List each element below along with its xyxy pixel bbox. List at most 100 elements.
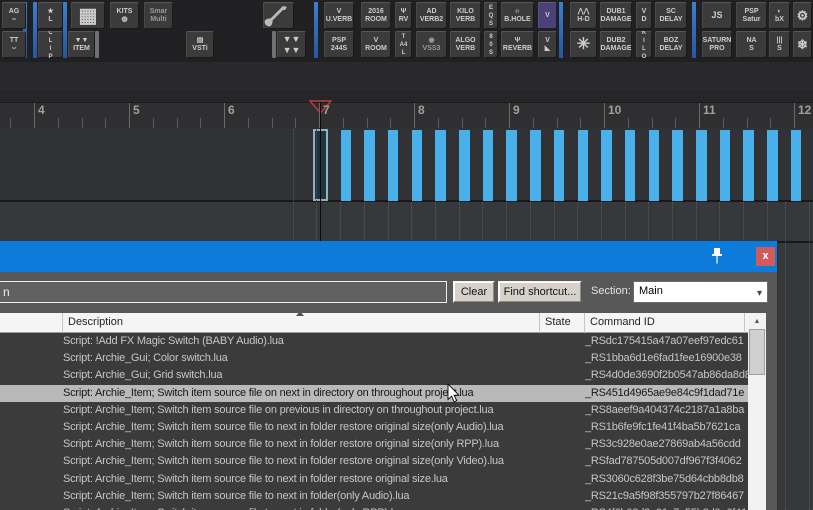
track-2-lane[interactable] [0,202,813,241]
media-item[interactable] [506,130,517,201]
toolbar-button-kilo-verb[interactable]: KILO VERB [450,2,481,29]
action-list-row[interactable]: Script: Archie_Gui; Color switch.lua _RS1… [0,350,748,367]
column-header-shortcut[interactable] [0,313,63,333]
timeline-ruler[interactable]: 4 5 6 7 8 9 10 11 12 [0,90,813,129]
toolbar-button-swirl[interactable]: ✳ [570,31,597,58]
toolbar-button-boz-delay[interactable]: BOZ DELAY [655,31,687,58]
toolbar-button-ad-verb2[interactable]: AD VERB2 [416,2,447,29]
toolbar-button-dub1-damage[interactable]: DUB1 DAMAGE [600,2,632,29]
find-shortcut-button[interactable]: Find shortcut... [498,281,582,303]
toolbar-button-kilo[interactable]: KILO [636,31,652,58]
toolbar-button-80s[interactable]: 80S [484,31,498,58]
action-filter-input[interactable] [0,281,447,303]
track-area[interactable] [0,128,813,241]
action-list-row[interactable]: Script: Archie_Item; Switch item source … [0,384,748,402]
media-item[interactable] [364,130,375,201]
media-item[interactable] [672,130,683,201]
media-item[interactable] [387,130,399,201]
action-list-row[interactable]: Script: Archie_Item; Switch item source … [0,419,748,436]
toolbar-button-kits[interactable]: KITS ◍ [110,2,139,29]
toolbar-button-psp-satur[interactable]: PSP Satur [736,2,767,29]
action-list-row[interactable]: Script: Archie_Item; Switch item source … [0,453,748,470]
action-list-row[interactable]: Script: Archie_Item; Switch item source … [0,505,748,510]
action-list-row[interactable]: Script: Archie_Item; Switch item source … [0,402,748,419]
media-item[interactable] [696,130,707,201]
media-item[interactable] [459,130,470,201]
media-item[interactable] [340,130,351,201]
toolbar-button-h-d[interactable]: ⋀⋀ H-D [570,2,597,29]
media-item[interactable] [719,130,731,201]
toolbar-button-sc-delay[interactable]: SC DELAY [655,2,687,29]
toolbar-button-v-purple[interactable]: V [538,2,557,29]
toolbar-button-guitar-icon[interactable] [263,2,294,29]
row-command-id: _RS8aeef9a404374c2187a1a8ba [585,403,745,416]
toolbar-button-v-slope[interactable]: V ◣ [538,31,557,58]
toolbar-button-ag[interactable]: AG ⌣ [2,2,26,29]
toolbar-button-ta4l[interactable]: T A4 L [395,31,412,58]
toolbar-separator [63,2,67,58]
close-icon[interactable]: x [756,247,775,266]
media-item[interactable] [435,130,446,201]
media-item[interactable] [553,130,565,201]
pin-icon[interactable] [709,247,725,265]
media-item[interactable] [601,130,612,201]
row-description: Script: Archie_Item; Switch item source … [63,438,499,451]
media-item[interactable] [411,130,423,201]
toolbar-button-vss3[interactable]: ◉ VSS3 [416,31,447,58]
toolbar-button-bx[interactable]: ◐ bX [769,2,790,29]
track-boundary [0,200,813,202]
action-list[interactable]: Script: !Add FX Magic Switch (BABY Audio… [0,333,748,510]
ruler-tick [699,103,700,128]
action-list-row[interactable]: Script: Archie_Gui; Grid switch.lua _RS4d… [0,367,748,384]
media-item[interactable] [648,130,660,201]
media-item[interactable] [743,130,754,201]
toolbar-button-dub2-damage[interactable]: DUB2 DAMAGE [600,31,632,58]
toolbar-button-js[interactable]: JS [702,2,732,29]
toolbar-button-b-hole[interactable]: ℮ B.HOLE [501,2,534,29]
toolbar-button-clip[interactable]: CLIP [38,31,63,58]
row-description: Script: Archie_Item; Switch item source … [63,386,474,399]
toolbar-button-grid[interactable]: ▦ [71,2,105,29]
media-item[interactable] [767,130,778,201]
toolbar-button-vsti[interactable]: ▤ VSTi [186,31,214,58]
toolbar-button-saturn-pro[interactable]: SATURN PRO [702,31,732,58]
media-item[interactable] [482,130,494,201]
toolbar-button-room-2016[interactable]: 2016 ROOM [361,2,391,29]
row-command-id: _RS4f6b03d2e91c7a55b8d0e6f41 [585,505,748,510]
toolbar-button-v-room[interactable]: V ROOM [361,31,391,58]
toolbar-button-rv[interactable]: Ψ RV [395,2,412,29]
toolbar-button-gear[interactable]: ⚙ [793,2,812,29]
column-header-command-id[interactable]: Command ID [585,313,745,333]
toolbar-button-chevrons[interactable]: ▼▼ ▼▼ [277,31,306,58]
column-header-state[interactable]: State [540,313,585,333]
media-item[interactable] [530,130,541,201]
media-item[interactable] [624,130,636,201]
media-item[interactable] [577,130,588,201]
toolbar-button-item[interactable]: ▼▼ ITEM [68,31,95,58]
toolbar-button-u-verb[interactable]: V U.VERB [324,2,354,29]
toolbar-button-psp-244s[interactable]: PSP 244S [324,31,354,58]
toolbar-button-snowflake[interactable]: ❄ [793,31,812,58]
toolbar-button-smart-multi[interactable]: Smar Multi [144,2,173,29]
column-header-description[interactable]: Description [63,313,540,333]
dialog-titlebar[interactable]: x [0,241,777,272]
list-scrollbar[interactable]: ▲ [748,313,766,510]
action-list-row[interactable]: Script: !Add FX Magic Switch (BABY Audio… [0,333,748,350]
toolbar-button-v-d[interactable]: VD [636,2,652,29]
toolbar-button-tt[interactable]: TT ⌣ [2,31,26,58]
ruler-tick [532,118,534,128]
action-list-row[interactable]: Script: Archie_Item; Switch item source … [0,436,748,453]
toolbar-button-eqs[interactable]: EQS [484,2,498,29]
toolbar-button-na-s[interactable]: NA S [736,31,767,58]
media-item[interactable] [790,130,802,201]
toolbar-button-algo-verb[interactable]: ALGO VERB [450,31,481,58]
row-description: Script: Archie_Item; Switch item source … [63,505,540,510]
action-list-row[interactable]: Script: Archie_Item; Switch item source … [0,471,748,488]
clear-button[interactable]: Clear [453,281,495,303]
toolbar-button-s-bars[interactable]: ||| S [769,31,790,58]
action-list-row[interactable]: Script: Archie_Item; Switch item source … [0,488,748,505]
section-dropdown[interactable]: Main ▾ [633,281,768,303]
toolbar-button-star-l[interactable]: ★ L [38,2,63,29]
scrollbar-thumb[interactable] [749,329,765,375]
toolbar-button-reverb[interactable]: Ψ REVERB [501,31,534,58]
